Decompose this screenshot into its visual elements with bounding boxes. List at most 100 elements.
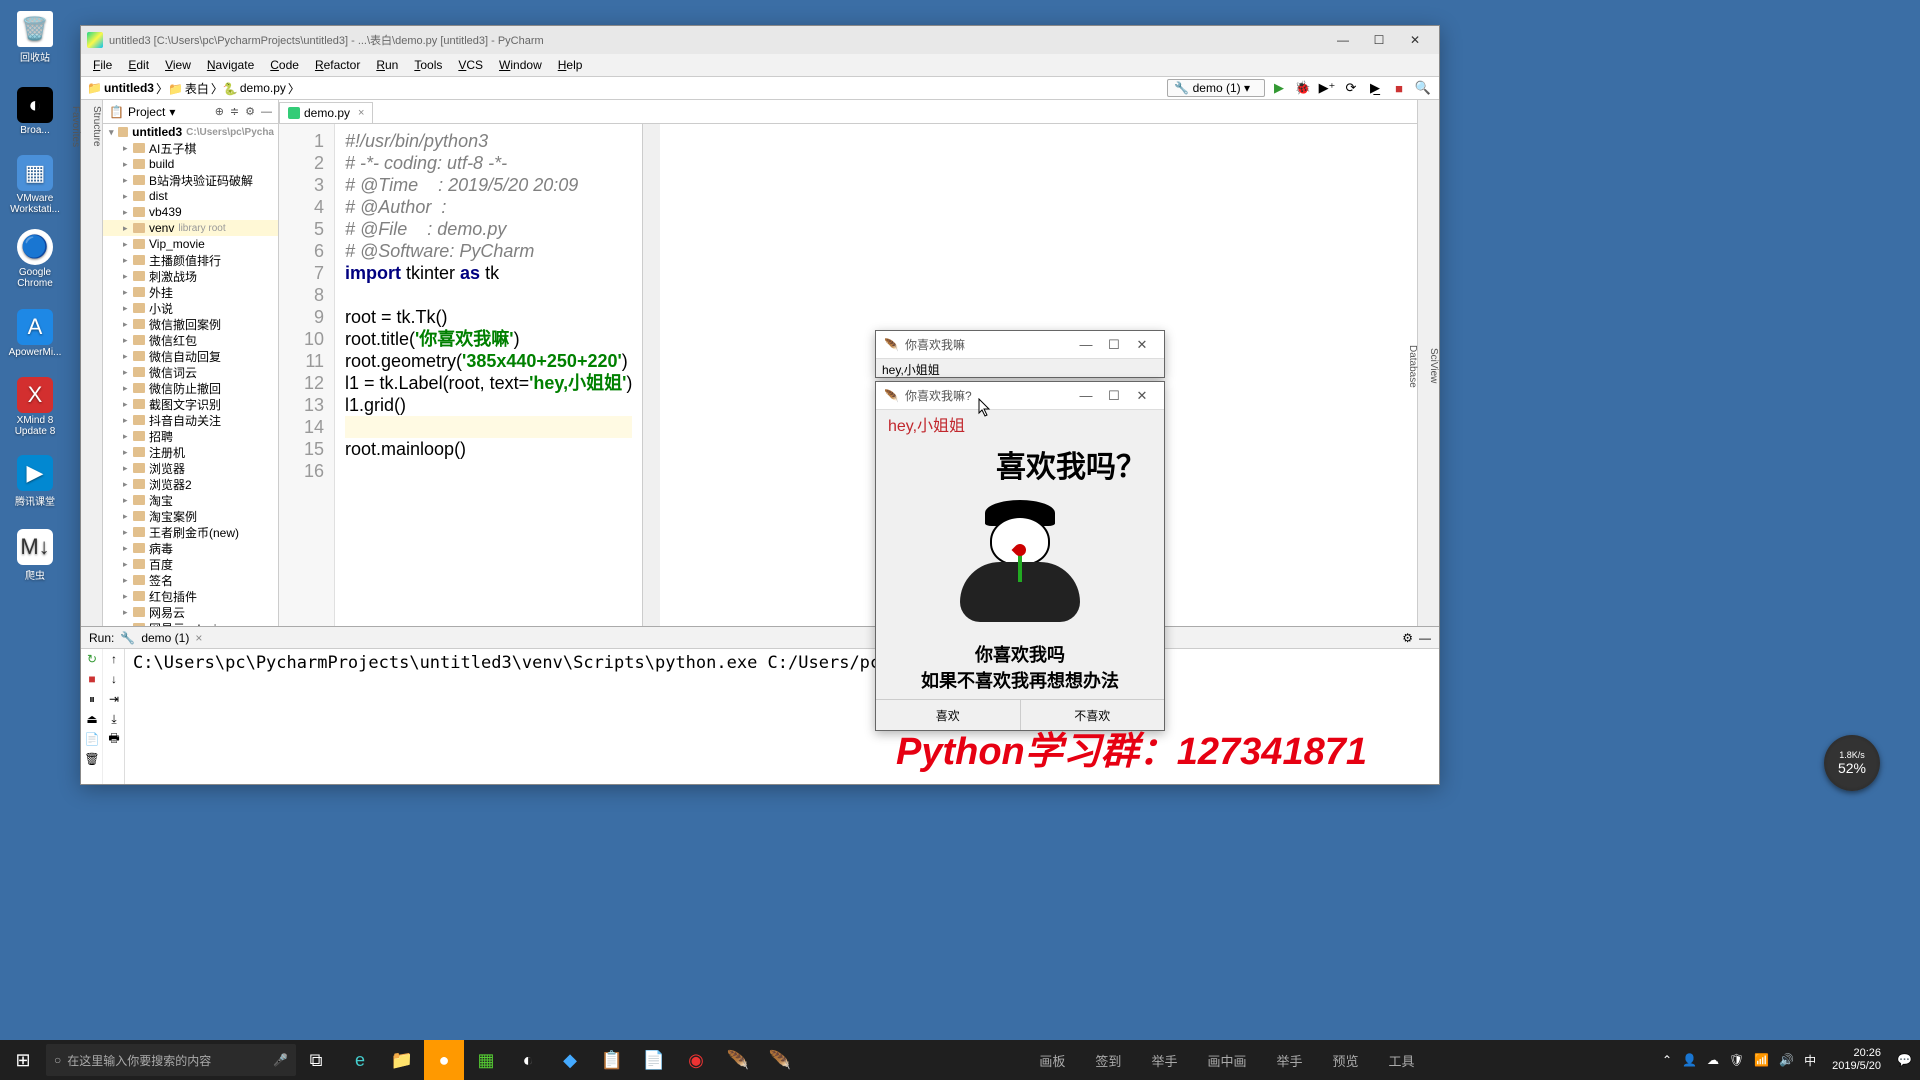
- menu-window[interactable]: Window: [491, 58, 550, 72]
- tk-min[interactable]: —: [1072, 337, 1100, 352]
- sciview-tab[interactable]: SciView: [1428, 348, 1439, 383]
- tree-item[interactable]: ▸签名: [103, 572, 278, 588]
- pause-button[interactable]: ⏸: [81, 689, 103, 709]
- up-button[interactable]: ↑: [103, 649, 125, 669]
- menu-vcs[interactable]: VCS: [450, 58, 491, 72]
- run-config-dropdown[interactable]: 🔧 demo (1) ▾: [1167, 79, 1265, 97]
- tree-item[interactable]: ▸外挂: [103, 284, 278, 300]
- timer-widget[interactable]: 1.8K/s 52%: [1824, 735, 1880, 791]
- structure-tab[interactable]: Structure: [91, 106, 102, 626]
- tray-vol-icon[interactable]: 🔊: [1779, 1053, 1794, 1067]
- tray-ime-icon[interactable]: 中: [1804, 1052, 1816, 1069]
- rerun-button[interactable]: ↻: [81, 649, 103, 669]
- tk-max[interactable]: ☐: [1100, 388, 1128, 404]
- menu-edit[interactable]: Edit: [120, 58, 157, 72]
- search-everywhere-button[interactable]: 🔍: [1413, 79, 1433, 97]
- desktop-icon-vmware[interactable]: ▦VMware Workstati...: [0, 148, 70, 222]
- taskbar-tool[interactable]: 画板: [1039, 1051, 1065, 1070]
- stop-button[interactable]: ■: [1389, 79, 1409, 97]
- app-icon-1[interactable]: ●: [424, 1040, 464, 1080]
- tree-item[interactable]: ▸红包插件: [103, 588, 278, 604]
- app-icon-3[interactable]: ◆: [550, 1040, 590, 1080]
- titlebar[interactable]: untitled3 [C:\Users\pc\PycharmProjects\u…: [81, 26, 1439, 54]
- menu-file[interactable]: File: [85, 58, 120, 72]
- taskbar-tool[interactable]: 工具: [1389, 1051, 1415, 1070]
- tree-item[interactable]: ▸build: [103, 156, 278, 172]
- trash-button[interactable]: 📄: [81, 729, 103, 749]
- tree-item[interactable]: ▸浏览器2: [103, 476, 278, 492]
- edge-icon[interactable]: e: [340, 1040, 380, 1080]
- tree-item[interactable]: ▸Vip_movie: [103, 236, 278, 252]
- tree-item[interactable]: ▸网易云: [103, 604, 278, 620]
- desktop-icon-recycle[interactable]: 🗑️回收站: [0, 0, 70, 74]
- mic-icon[interactable]: 🎤: [273, 1053, 288, 1067]
- attach-button[interactable]: ⟳: [1341, 79, 1361, 97]
- tree-item[interactable]: ▸venv library root: [103, 220, 278, 236]
- run-header[interactable]: Run: 🔧 demo (1) × ⚙ —: [81, 627, 1439, 649]
- tree-item[interactable]: ▸vb439: [103, 204, 278, 220]
- close-button[interactable]: ✕: [1397, 29, 1433, 51]
- desktop-icon-chrome[interactable]: 🔵Google Chrome: [0, 222, 70, 296]
- exit-button[interactable]: ⏏: [81, 709, 103, 729]
- breadcrumb[interactable]: 📁 untitled3 〉📁 表白 〉🐍 demo.py 〉: [87, 80, 300, 97]
- tree-item[interactable]: ▸病毒: [103, 540, 278, 556]
- desktop-icon-apower[interactable]: AApowerMi...: [0, 296, 70, 370]
- taskbar-tool[interactable]: 举手: [1276, 1051, 1302, 1070]
- taskbar-tool[interactable]: 签到: [1095, 1051, 1121, 1070]
- tree-item[interactable]: ▸dist: [103, 188, 278, 204]
- tree-item[interactable]: ▸招聘: [103, 428, 278, 444]
- tray-wifi-icon[interactable]: 📶: [1754, 1053, 1769, 1067]
- desktop-icon-xmind[interactable]: XXMind 8 Update 8: [0, 370, 70, 444]
- search-box[interactable]: ○ 在这里输入你要搜索的内容 🎤: [46, 1044, 296, 1076]
- tk-close[interactable]: ✕: [1128, 337, 1156, 353]
- tk-titlebar-front[interactable]: 🪶 你喜欢我嘛? — ☐ ✕: [876, 382, 1164, 410]
- taskbar-tool[interactable]: 预览: [1332, 1051, 1358, 1070]
- python-running-2[interactable]: 🪶: [760, 1040, 800, 1080]
- delete-button[interactable]: 🗑: [81, 749, 103, 769]
- tk-titlebar-back[interactable]: 🪶 你喜欢我嘛 — ☐ ✕: [876, 331, 1164, 359]
- tree-item[interactable]: ▸小说: [103, 300, 278, 316]
- tree-item[interactable]: ▸微信撤回案例: [103, 316, 278, 332]
- app-icon-4[interactable]: 📋: [592, 1040, 632, 1080]
- database-tab[interactable]: Database: [1407, 345, 1418, 388]
- scroll-button[interactable]: ⤓: [103, 709, 125, 729]
- tree-item[interactable]: ▸微信自动回复: [103, 348, 278, 364]
- run-hide-icon[interactable]: —: [1419, 631, 1431, 645]
- taskbar-tool[interactable]: 举手: [1151, 1051, 1177, 1070]
- desktop-icon-broa[interactable]: ◐Broa...: [0, 74, 70, 148]
- tree-item[interactable]: ▸AI五子棋: [103, 140, 278, 156]
- menu-help[interactable]: Help: [550, 58, 591, 72]
- collapse-icon[interactable]: ≑: [230, 105, 239, 118]
- menu-view[interactable]: View: [157, 58, 199, 72]
- tray-onedrive-icon[interactable]: ☁: [1707, 1053, 1719, 1067]
- desktop-icon-crawler[interactable]: M↓爬虫: [0, 518, 70, 592]
- app-icon-6[interactable]: ◉: [676, 1040, 716, 1080]
- softwrap-button[interactable]: ⇥: [103, 689, 125, 709]
- run-button[interactable]: ▶: [1269, 79, 1289, 97]
- tray-notif-icon[interactable]: 💬: [1897, 1053, 1912, 1067]
- locate-icon[interactable]: ⊕: [215, 105, 224, 118]
- tree-item[interactable]: ▸浏览器: [103, 460, 278, 476]
- tab-demo[interactable]: demo.py ×: [279, 102, 373, 123]
- tree-item[interactable]: ▸B站滑块验证码破解: [103, 172, 278, 188]
- tk-max[interactable]: ☐: [1100, 337, 1128, 353]
- menu-tools[interactable]: Tools: [406, 58, 450, 72]
- code-area[interactable]: 12345678910111213141516 #!/usr/bin/pytho…: [279, 124, 1417, 626]
- tk-min[interactable]: —: [1072, 388, 1100, 403]
- minimize-button[interactable]: —: [1325, 29, 1361, 51]
- tree-item[interactable]: ▸王者刷金币(new): [103, 524, 278, 540]
- menu-navigate[interactable]: Navigate: [199, 58, 262, 72]
- stop-run-button[interactable]: ■: [81, 669, 103, 689]
- tray-clock[interactable]: 20:26 2019/5/20: [1826, 1047, 1887, 1073]
- tree-item[interactable]: ▸微信词云: [103, 364, 278, 380]
- taskbar-tool[interactable]: 画中画: [1207, 1051, 1246, 1070]
- run-config-button[interactable]: ▶⁺: [1317, 79, 1337, 97]
- down-button[interactable]: ↓: [103, 669, 125, 689]
- tree-item[interactable]: ▸淘宝案例: [103, 508, 278, 524]
- run-settings-icon[interactable]: ⚙: [1402, 631, 1413, 645]
- tray-up-icon[interactable]: ⌃: [1662, 1053, 1672, 1067]
- tk-close[interactable]: ✕: [1128, 388, 1156, 404]
- tree-item[interactable]: ▸主播颜值排行: [103, 252, 278, 268]
- obs-icon[interactable]: ◐: [508, 1040, 548, 1080]
- tree-item[interactable]: ▸截图文字识别: [103, 396, 278, 412]
